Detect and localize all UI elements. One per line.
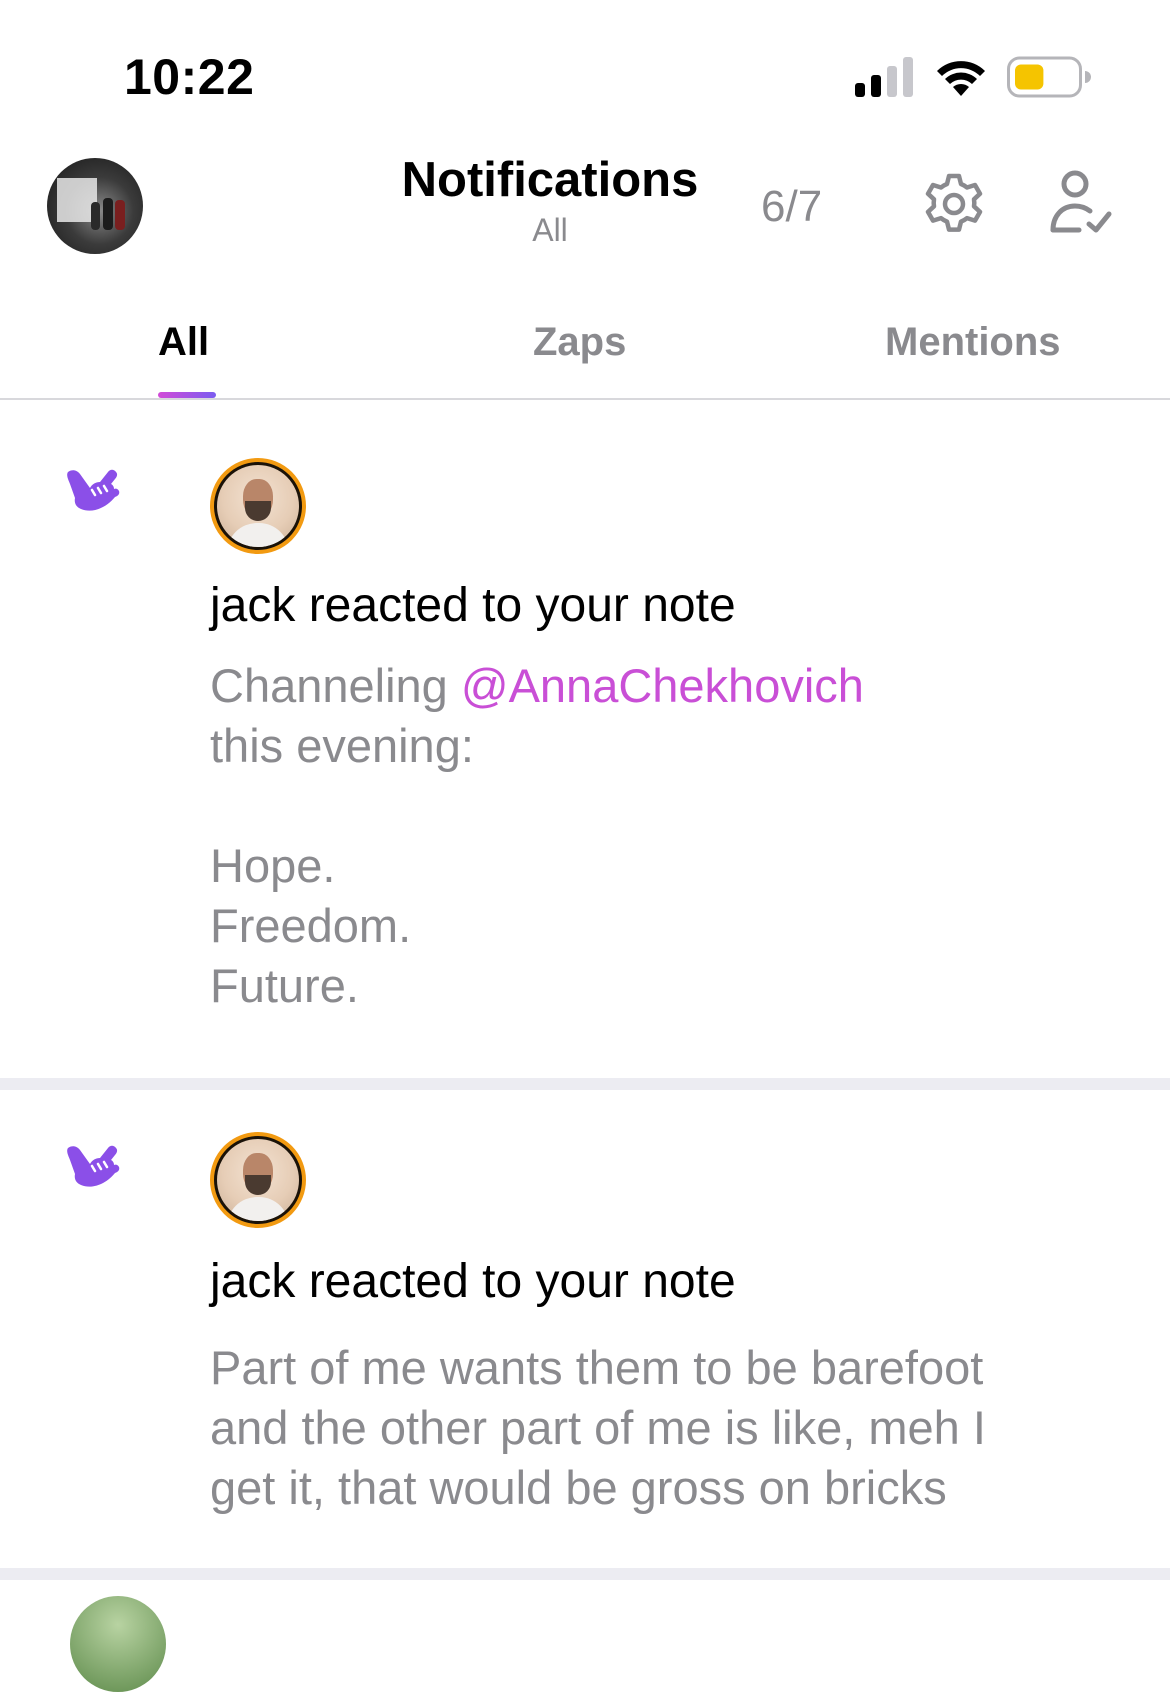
gear-icon[interactable] [922,172,986,236]
notification-list: jack reacted to your note Channeling @An… [0,400,1170,1580]
avatar[interactable] [210,1132,306,1228]
active-tab-indicator [158,392,216,398]
tab-mentions[interactable]: Mentions [885,320,1061,365]
notification-title: jack reacted to your note [210,579,736,632]
note-text: Part of me wants them to be barefoot [210,1341,984,1394]
note-preview[interactable]: Part of me wants them to be barefoot and… [210,1338,1110,1518]
note-text: Freedom. [210,899,412,952]
tab-zaps[interactable]: Zaps [533,320,626,365]
tab-all[interactable]: All [158,320,209,365]
user-check-icon[interactable] [1047,168,1115,236]
avatar[interactable] [210,458,306,554]
top-bar: Notifications All 6/7 [0,130,1170,290]
note-text: get it, that would be gross on bricks [210,1461,947,1514]
avatar[interactable] [70,1596,166,1692]
page-title: Notifications [401,153,699,207]
list-item[interactable]: jack reacted to your note Part of me wan… [0,1090,1170,1568]
shaka-hand-icon [67,469,120,511]
note-text: Future. [210,959,359,1012]
note-text: Channeling [210,659,461,712]
page-subtitle: All [532,212,568,248]
notification-title: jack reacted to your note [210,1255,736,1308]
list-item[interactable]: jack reacted to your note Channeling @An… [0,400,1170,1078]
tab-bar: All Zaps Mentions [0,290,1170,400]
cellular-signal-icon [855,57,913,97]
status-bar: 10:22 [0,0,1170,130]
mention-link[interactable]: @AnnaChekhovich [461,659,864,712]
notification-counter: 6/7 [761,182,823,231]
note-text: this evening: [210,719,474,772]
page-title-block: Notifications All [380,150,720,250]
status-time: 10:22 [124,49,255,105]
note-preview[interactable]: Channeling @AnnaChekhovich this evening:… [210,656,1110,1016]
wifi-icon [937,61,985,96]
divider [0,1078,1170,1090]
note-text: Hope. [210,839,336,892]
divider [0,1568,1170,1580]
shaka-hand-icon [67,1145,120,1187]
avatar[interactable] [47,158,143,254]
note-text: and the other part of me is like, meh I [210,1401,986,1454]
battery-icon [1007,56,1091,98]
